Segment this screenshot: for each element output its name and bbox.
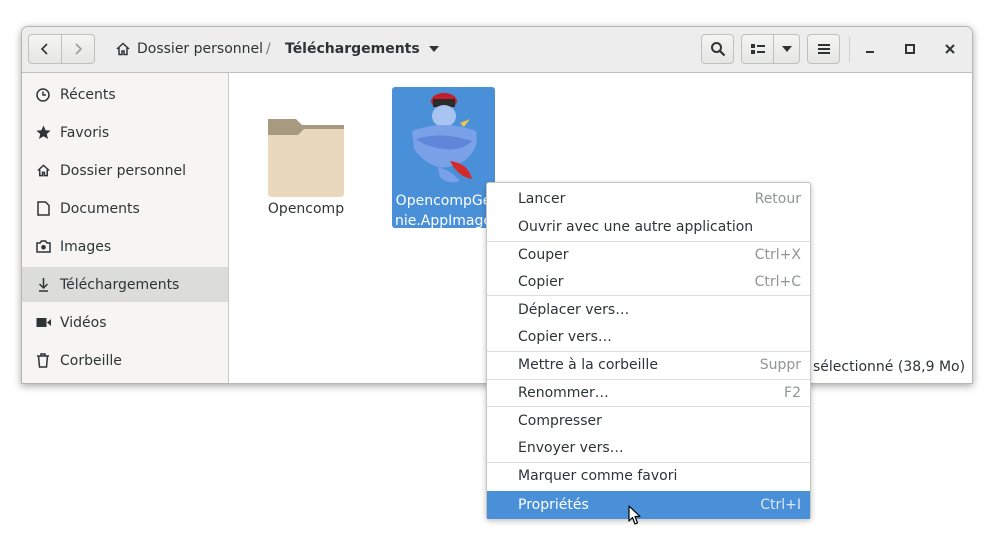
menu-item-label: Envoyer vers…: [518, 440, 624, 456]
main-menu-button[interactable]: [807, 34, 840, 64]
sidebar-item-documents[interactable]: Documents: [22, 191, 228, 226]
sidebar-item-label: Dossier personnel: [60, 162, 187, 179]
menu-item-label: Lancer: [518, 191, 566, 207]
menu-item-label: Ouvrir avec une autre application: [518, 219, 754, 235]
clock-icon: [35, 87, 51, 103]
menu-item-accel: Ctrl+C: [754, 274, 801, 290]
menu-item-move-to-trash[interactable]: Mettre à la corbeille Suppr: [487, 352, 810, 378]
menu-separator: [487, 406, 810, 407]
menu-item-label: Mettre à la corbeille: [518, 357, 658, 373]
sidebar-item-images[interactable]: Images: [22, 229, 228, 264]
genie-app-icon: [411, 93, 477, 183]
menu-item-move-to[interactable]: Déplacer vers…: [487, 297, 810, 323]
file-name: Opencomp: [267, 201, 345, 217]
menu-item-star[interactable]: Marquer comme favori: [487, 463, 810, 489]
back-button[interactable]: [28, 34, 62, 64]
forward-button[interactable]: [62, 34, 95, 64]
video-icon: [35, 315, 51, 331]
close-button[interactable]: [935, 34, 965, 64]
menu-item-properties[interactable]: Propriétés Ctrl+I: [487, 491, 810, 519]
menu-item-open-with[interactable]: Ouvrir avec une autre application: [487, 214, 810, 240]
breadcrumb-separator: /: [266, 41, 271, 57]
menu-item-label: Copier vers…: [518, 329, 612, 345]
sidebar-item-label: Téléchargements: [60, 276, 180, 293]
file-item-appimage[interactable]: OpencompGe nie.AppImage: [392, 87, 495, 229]
breadcrumb-home[interactable]: Dossier personnel: [115, 41, 263, 57]
sidebar: Récents Favoris Dossier personnel Docume…: [22, 73, 229, 383]
sidebar-item-label: Documents: [60, 200, 140, 217]
menu-item-accel: Suppr: [759, 357, 801, 373]
menu-item-label: Copier: [518, 274, 564, 290]
chevron-left-icon: [40, 43, 48, 55]
sidebar-item-label: Vidéos: [60, 314, 107, 331]
menu-item-rename[interactable]: Renommer… F2: [487, 380, 810, 406]
menu-item-accel: Ctrl+I: [760, 497, 801, 513]
mouse-cursor-icon: [628, 505, 641, 525]
menu-item-open[interactable]: Lancer Retour: [487, 186, 810, 212]
download-icon: [35, 277, 51, 293]
context-menu: Lancer Retour Ouvrir avec une autre appl…: [486, 182, 811, 519]
minimize-button[interactable]: [855, 34, 885, 64]
menu-item-label: Déplacer vers…: [518, 302, 630, 318]
hamburger-menu-icon: [817, 44, 830, 54]
breadcrumb-home-label: Dossier personnel: [137, 41, 264, 57]
sidebar-item-favorites[interactable]: Favoris: [22, 115, 228, 150]
minimize-icon: [866, 51, 874, 53]
menu-item-label: Marquer comme favori: [518, 468, 678, 484]
view-options-button[interactable]: [774, 34, 800, 64]
view-mode-button[interactable]: [741, 34, 774, 64]
camera-icon: [35, 239, 51, 255]
sidebar-item-label: Récents: [60, 86, 116, 103]
sidebar-item-label: Favoris: [60, 124, 110, 141]
file-name-line2: nie.AppImage: [394, 213, 493, 229]
sidebar-item-recents[interactable]: Récents: [22, 77, 228, 112]
chevron-down-icon: [428, 46, 439, 52]
menu-item-label: Propriétés: [518, 497, 589, 513]
search-icon: [710, 42, 725, 57]
chevron-right-icon: [75, 43, 83, 55]
menu-item-accel: Ctrl+X: [754, 247, 801, 263]
maximize-icon: [905, 44, 915, 54]
grid-view-icon: [750, 44, 765, 54]
header-divider: [849, 37, 850, 62]
sidebar-item-home[interactable]: Dossier personnel: [22, 153, 228, 188]
chevron-down-icon: [781, 46, 792, 52]
trash-icon: [35, 353, 51, 369]
sidebar-item-videos[interactable]: Vidéos: [22, 305, 228, 340]
close-icon: [945, 44, 955, 54]
menu-item-compress[interactable]: Compresser: [487, 408, 810, 434]
sidebar-item-label: Images: [60, 238, 112, 255]
search-button[interactable]: [701, 34, 734, 64]
header-bar: Dossier personnel / Téléchargements: [22, 27, 972, 73]
menu-item-copy[interactable]: Copier Ctrl+C: [487, 269, 810, 295]
menu-item-label: Renommer…: [518, 385, 609, 401]
sidebar-item-downloads[interactable]: Téléchargements: [22, 267, 228, 302]
menu-item-accel: Retour: [754, 191, 801, 207]
maximize-button[interactable]: [895, 34, 925, 64]
file-item-folder[interactable]: Opencomp: [261, 113, 351, 219]
breadcrumb-current-label: Téléchargements: [285, 41, 420, 57]
breadcrumb-current[interactable]: Téléchargements: [285, 41, 439, 57]
sidebar-item-trash[interactable]: Corbeille: [22, 343, 228, 378]
menu-item-label: Compresser: [518, 413, 602, 429]
menu-item-send-to[interactable]: Envoyer vers…: [487, 435, 810, 461]
selection-status: sélectionné (38,9 Mo): [813, 359, 966, 375]
folder-icon: [268, 119, 344, 197]
document-icon: [35, 201, 51, 217]
menu-item-accel: F2: [784, 385, 801, 401]
home-icon: [116, 42, 130, 56]
file-name-line1: OpencompGe: [395, 193, 492, 209]
home-icon: [35, 163, 51, 179]
menu-item-label: Couper: [518, 247, 569, 263]
menu-item-copy-to[interactable]: Copier vers…: [487, 324, 810, 350]
star-icon: [35, 125, 51, 141]
menu-separator: [487, 295, 810, 296]
sidebar-item-label: Corbeille: [60, 352, 122, 369]
menu-item-cut[interactable]: Couper Ctrl+X: [487, 242, 810, 268]
